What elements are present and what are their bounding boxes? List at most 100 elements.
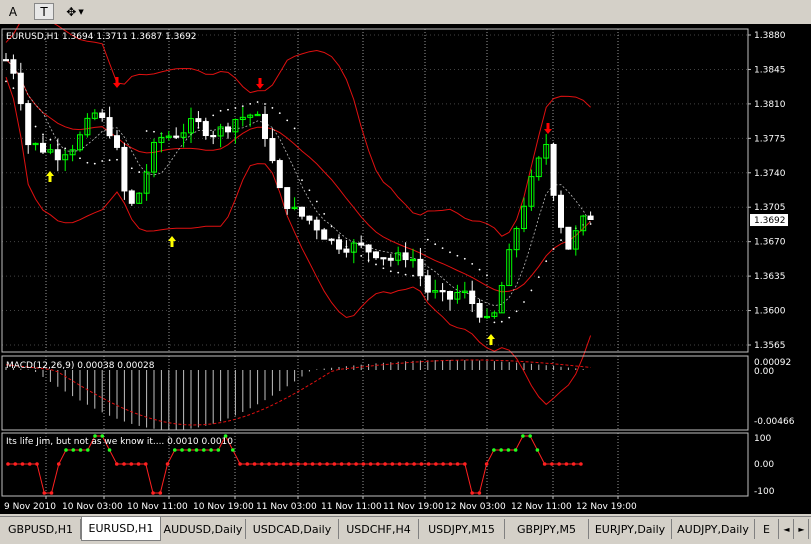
jim-point <box>42 491 47 495</box>
buy-arrow-icon <box>487 334 495 345</box>
candle-body <box>321 229 328 240</box>
buy-arrow-icon <box>46 171 54 182</box>
sar-dot <box>227 108 229 111</box>
jim-point <box>535 448 540 452</box>
sar-dot <box>412 274 414 277</box>
jim-point <box>484 462 489 466</box>
candle-body <box>276 160 283 189</box>
chart-tab-e[interactable]: E <box>755 519 779 539</box>
candle-body <box>17 72 24 105</box>
candle-body <box>121 146 128 192</box>
candle-body <box>114 135 120 148</box>
jim-tick-label: 0.00 <box>754 460 774 470</box>
sar-dot <box>12 87 15 90</box>
jim-point <box>274 462 279 466</box>
jim-point <box>383 462 387 466</box>
sar-dot <box>523 301 525 303</box>
jim-point <box>289 462 293 466</box>
candle-body <box>195 118 202 123</box>
tab-scroll-left-button[interactable]: ◄ <box>780 519 794 539</box>
jim-point <box>260 462 264 466</box>
time-tick-label: 11 Nov 11:00 <box>321 502 382 512</box>
panel-border <box>1 28 749 353</box>
price-tick-label: 1.3670 <box>754 238 786 248</box>
upper-band <box>5 24 591 237</box>
price-candles <box>3 52 594 323</box>
sar-dot <box>308 189 311 192</box>
time-tick-label: 12 Nov 03:00 <box>445 502 506 512</box>
chart-window[interactable]: 1.3880 1.3845 1.3810 1.3775 1.3740 1.3705 1.36… <box>0 24 811 514</box>
sar-dot <box>5 80 7 83</box>
candle-body <box>439 290 446 293</box>
jim-point <box>245 462 250 466</box>
time-tick-label: 10 Nov 03:00 <box>62 502 123 512</box>
sar-dot <box>493 321 496 324</box>
sell-arrow-icon <box>544 123 552 134</box>
candle-body <box>313 219 320 231</box>
jim-point <box>56 462 61 466</box>
time-tick-label: 9 Nov 2010 <box>4 502 56 512</box>
jim-point <box>521 434 525 438</box>
chart-tab-eurusd-h1[interactable]: EURUSD,H1 <box>81 517 161 541</box>
price-tick-label: 1.3810 <box>754 100 786 110</box>
jim-point <box>499 448 503 452</box>
sar-dot <box>101 160 104 162</box>
sar-dot <box>241 105 244 107</box>
jim-point <box>151 491 155 495</box>
jim-point <box>180 448 184 452</box>
jim-point <box>143 462 148 466</box>
drawing-toolbar: A T ✥ ▼ <box>0 0 811 25</box>
jim-point <box>419 462 424 466</box>
sar-dot <box>219 109 222 112</box>
sar-dot <box>79 157 81 160</box>
macd-tick-label: 0.00 <box>754 367 774 377</box>
sar-dot <box>271 107 274 109</box>
chevron-down-icon: ▼ <box>78 7 84 16</box>
chart-tab-gbpusd-h1[interactable]: GBPUSD,H1 <box>1 519 81 539</box>
chart-tab-audjpy-daily[interactable]: AUDJPY,Daily <box>672 519 755 539</box>
candle-body <box>225 126 231 133</box>
jim-point <box>470 491 474 495</box>
time-tick-label: 11 Nov 03:00 <box>256 502 317 512</box>
chart-tab-gbpjpy-m5[interactable]: GBPJPY,M5 <box>505 519 589 539</box>
grid-lines <box>2 29 748 496</box>
sar-dot <box>234 107 237 109</box>
jim-point <box>71 448 76 452</box>
arrows-icon: ✥ <box>66 4 77 19</box>
jim-point <box>571 462 576 466</box>
text-tool-button[interactable]: A <box>4 3 22 20</box>
sar-dot <box>360 254 363 257</box>
chart-tab-usdchf-h4[interactable]: USDCHF,H4 <box>339 519 419 539</box>
sar-dot <box>264 103 266 105</box>
chart-canvas[interactable]: 1.3880 1.3845 1.3810 1.3775 1.3740 1.3705 1.36… <box>0 24 811 514</box>
chart-tab-usdjpy-m15[interactable]: USDJPY,M15 <box>419 519 505 539</box>
sar-dot <box>375 263 377 266</box>
sar-dot <box>64 147 67 150</box>
time-tick-label: 10 Nov 11:00 <box>127 502 188 512</box>
chart-tab-usdcad-daily[interactable]: USDCAD,Daily <box>246 519 339 539</box>
sell-arrow-icon <box>113 77 121 88</box>
chart-tab-eurjpy-daily[interactable]: EURJPY,Daily <box>589 519 672 539</box>
jim-point <box>463 462 467 466</box>
sar-dot <box>130 167 133 170</box>
jim-point <box>506 448 511 452</box>
candle-body <box>10 59 17 74</box>
tab-scroll-right-button[interactable]: ► <box>795 519 809 539</box>
jim-point <box>564 462 569 466</box>
candle-body <box>336 239 342 250</box>
macd-tick-label: -0.00466 <box>754 417 795 427</box>
price-tick-label: 1.3600 <box>754 307 786 317</box>
jim-point <box>252 462 257 466</box>
arrows-tool-button[interactable]: ✥ ▼ <box>62 3 88 20</box>
text-label-tool-button[interactable]: T <box>34 3 54 20</box>
candle-body <box>284 187 291 209</box>
jim-point <box>114 462 119 466</box>
candle-body <box>106 117 113 137</box>
sar-dot <box>456 254 459 257</box>
jim-point <box>129 462 134 466</box>
jim-point <box>477 491 482 495</box>
chart-tab-audusd-daily[interactable]: AUDUSD,Daily <box>161 519 246 539</box>
sar-dot <box>42 133 44 136</box>
jim-point <box>187 448 192 452</box>
jim-point <box>347 462 351 466</box>
